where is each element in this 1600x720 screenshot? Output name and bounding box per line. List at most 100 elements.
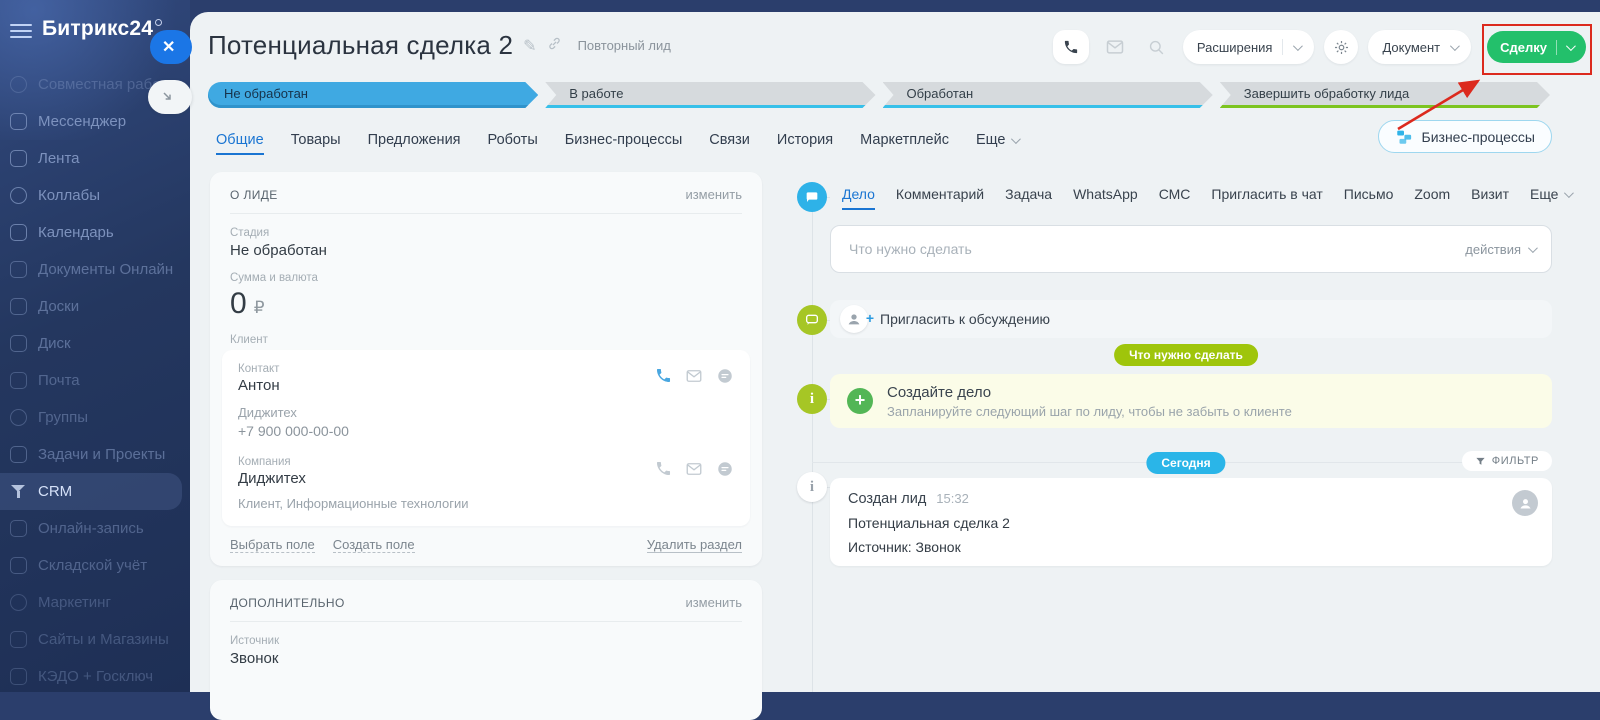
edit-pencil-icon[interactable]: ✎ xyxy=(523,36,536,56)
close-slider-button[interactable]: ✕ xyxy=(150,30,192,64)
sidebar-item-warehouse[interactable]: Складской учёт xyxy=(0,547,190,584)
invite-avatar-icon: + xyxy=(840,305,868,333)
invite-discussion-row[interactable]: + Пригласить к обсуждению xyxy=(830,300,1552,338)
stage-processed[interactable]: Обработан xyxy=(883,82,1213,108)
phone-icon[interactable] xyxy=(655,367,672,384)
search-contact-icon xyxy=(1147,38,1166,57)
stage-not-processed[interactable]: Не обработан xyxy=(208,82,538,108)
activity-tab-whatsapp[interactable]: WhatsApp xyxy=(1073,186,1138,202)
sidebar-item-mail[interactable]: Почта xyxy=(0,362,190,399)
tab-relations[interactable]: Связи xyxy=(709,132,750,148)
sidebar-item-feed[interactable]: Лента xyxy=(0,140,190,177)
activity-tab-more[interactable]: Еще xyxy=(1530,186,1572,202)
search-contact-button[interactable] xyxy=(1141,38,1173,57)
tab-history[interactable]: История xyxy=(777,132,833,148)
company-name[interactable]: Диджитех xyxy=(238,470,306,487)
activity-tab-comment[interactable]: Комментарий xyxy=(896,186,984,202)
sidebar-item-calendar[interactable]: Календарь xyxy=(0,214,190,251)
groups-icon xyxy=(10,409,27,426)
tab-robots[interactable]: Роботы xyxy=(488,132,538,148)
timeline-event-card[interactable]: Создан лид 15:32 Потенциальная сделка 2 … xyxy=(830,478,1552,566)
document-chevron-icon xyxy=(1450,41,1460,51)
activity-tab-letter[interactable]: Письмо xyxy=(1344,186,1394,202)
extensions-chevron-icon xyxy=(1293,41,1303,51)
lead-info-card: О ЛИДЕ изменить Стадия Не обработан Сумм… xyxy=(210,172,762,566)
todo-input-box: действия xyxy=(830,225,1552,273)
actions-dropdown[interactable]: действия xyxy=(1465,242,1535,257)
todo-reminder-pill[interactable]: Что нужно сделать xyxy=(1114,344,1258,366)
lead-card-edit-link[interactable]: изменить xyxy=(685,187,742,202)
sidebar-item-boards[interactable]: Доски xyxy=(0,288,190,325)
sidebar-item-groups[interactable]: Группы xyxy=(0,399,190,436)
sidebar-item-disk[interactable]: Диск xyxy=(0,325,190,362)
business-process-icon xyxy=(1395,128,1413,146)
source-field-value: Звонок xyxy=(230,650,742,667)
sidebar-item-booking[interactable]: Онлайн-запись xyxy=(0,510,190,547)
create-field-link[interactable]: Создать поле xyxy=(333,537,415,553)
sidebar-item-collabs[interactable]: Коллабы xyxy=(0,177,190,214)
app-logo[interactable]: Битрикс24 xyxy=(42,17,162,41)
page-header: Потенциальная сделка 2 ✎ Повторный лид xyxy=(208,30,671,61)
tab-general[interactable]: Общие xyxy=(216,132,264,148)
activity-tab-zoom[interactable]: Zoom xyxy=(1414,186,1450,202)
email-icon[interactable] xyxy=(685,460,703,478)
tab-products[interactable]: Товары xyxy=(291,132,341,148)
contact-phone[interactable]: +7 900 000-00-00 xyxy=(238,423,734,439)
page-title: Потенциальная сделка 2 xyxy=(208,30,513,61)
tab-more[interactable]: Еще xyxy=(976,132,1019,148)
stage-finish[interactable]: Завершить обработку лида xyxy=(1220,82,1550,108)
sidebar-item-documents[interactable]: Документы Онлайн xyxy=(0,251,190,288)
sidebar-item-crm[interactable]: CRM xyxy=(0,473,182,510)
activity-tab-sms[interactable]: СМС xyxy=(1159,186,1191,202)
extra-card-edit-link[interactable]: изменить xyxy=(685,595,742,610)
chat-icon[interactable] xyxy=(716,367,734,385)
todo-input[interactable] xyxy=(847,240,1455,258)
menu-toggle-icon[interactable] xyxy=(10,24,32,39)
contact-name[interactable]: Антон xyxy=(238,377,280,394)
disk-icon xyxy=(10,335,27,352)
today-pill[interactable]: Сегодня xyxy=(1146,452,1225,474)
document-dropdown[interactable]: Документ xyxy=(1368,30,1471,64)
info-icon: i xyxy=(797,384,827,414)
comment-bubble-icon xyxy=(797,305,827,335)
sidebar-item-sites[interactable]: Сайты и Магазины xyxy=(0,621,190,658)
business-processes-button[interactable]: Бизнес-процессы xyxy=(1378,120,1552,153)
collapse-slider-button[interactable] xyxy=(148,80,192,114)
activity-tab-visit[interactable]: Визит xyxy=(1471,186,1509,202)
activity-tab-invite-chat[interactable]: Пригласить в чат xyxy=(1211,186,1322,202)
collabs-icon xyxy=(10,187,27,204)
phone-icon[interactable] xyxy=(655,460,672,477)
filter-button[interactable]: ФИЛЬТР xyxy=(1462,451,1552,471)
hint-plus-icon[interactable]: + xyxy=(847,388,873,414)
settings-button[interactable] xyxy=(1324,30,1358,64)
copy-link-icon[interactable] xyxy=(547,36,562,56)
create-deal-button[interactable]: Сделку xyxy=(1487,31,1586,63)
calendar-icon xyxy=(10,224,27,241)
lead-detail-panel: Потенциальная сделка 2 ✎ Повторный лид Р… xyxy=(190,12,1600,692)
call-button[interactable] xyxy=(1053,30,1089,64)
stage-in-progress[interactable]: В работе xyxy=(545,82,875,108)
sidebar-item-tasks[interactable]: Задачи и Проекты xyxy=(0,436,190,473)
event-info-icon: i xyxy=(797,472,827,502)
sites-icon xyxy=(10,631,27,648)
extra-info-card: ДОПОЛНИТЕЛЬНО изменить Источник Звонок xyxy=(210,580,762,720)
activity-tab-deal[interactable]: Дело xyxy=(842,186,875,202)
lead-card-title: О ЛИДЕ xyxy=(230,188,278,202)
tab-business-processes[interactable]: Бизнес-процессы xyxy=(565,132,683,148)
tabs-more-chevron-icon xyxy=(1011,134,1021,144)
contact-label: Контакт xyxy=(238,363,280,375)
chat-icon[interactable] xyxy=(716,460,734,478)
select-field-link[interactable]: Выбрать поле xyxy=(230,537,315,553)
email-icon[interactable] xyxy=(685,367,703,385)
hint-text: Запланируйте следующий шаг по лиду, чтоб… xyxy=(887,404,1292,419)
tab-marketplace[interactable]: Маркетплейс xyxy=(860,132,949,148)
sidebar-item-kedo[interactable]: КЭДО + Госключ xyxy=(0,658,190,695)
extensions-dropdown[interactable]: Расширения xyxy=(1183,30,1315,64)
delete-section-link[interactable]: Удалить раздел xyxy=(647,537,742,553)
logo-mark-icon xyxy=(155,19,162,26)
activity-tab-task[interactable]: Задача xyxy=(1005,186,1052,202)
sidebar-item-marketing[interactable]: Маркетинг xyxy=(0,584,190,621)
email-button[interactable] xyxy=(1099,37,1131,57)
tab-quotes[interactable]: Предложения xyxy=(368,132,461,148)
hint-title[interactable]: Создайте дело xyxy=(887,384,1292,401)
